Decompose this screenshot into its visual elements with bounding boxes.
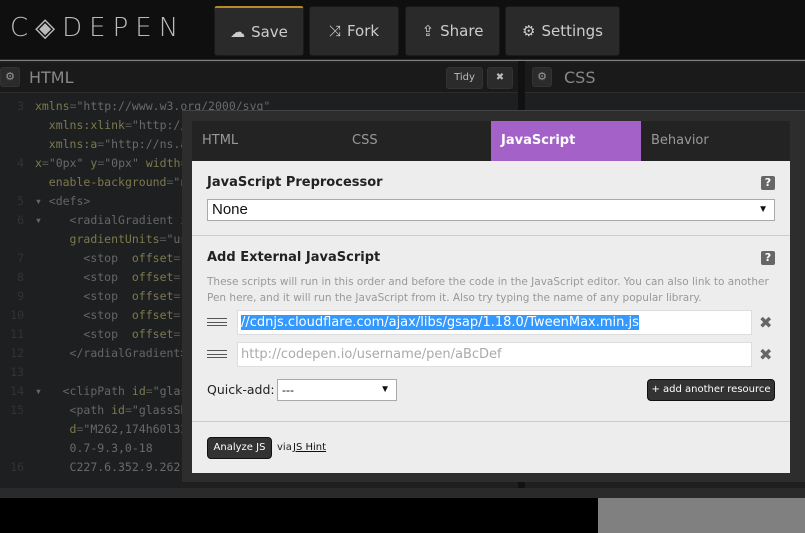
- add-resource-button[interactable]: + add another resource: [647, 379, 775, 401]
- drag-handle-icon[interactable]: [207, 350, 227, 358]
- drag-handle-icon[interactable]: [207, 318, 227, 326]
- external-heading: Add External JavaScript: [207, 250, 381, 265]
- gear-icon[interactable]: ⚙: [0, 67, 20, 87]
- resource-value: //cdnjs.cloudflare.com/ajax/libs/gsap/1.…: [241, 315, 639, 330]
- tab-css[interactable]: CSS: [342, 121, 491, 161]
- save-label: Save: [251, 22, 288, 41]
- line-number: 6: [17, 213, 24, 227]
- dropdown-arrow-icon: ▼: [758, 204, 768, 215]
- line-number: 9: [17, 289, 24, 303]
- line-number: 8: [17, 270, 24, 284]
- help-icon[interactable]: ?: [761, 251, 775, 265]
- share-button[interactable]: ⇪ Share: [405, 6, 500, 56]
- resource-input-2[interactable]: http://codepen.io/username/pen/aBcDef: [237, 342, 752, 367]
- share-label: Share: [440, 22, 484, 40]
- resource-input-1[interactable]: //cdnjs.cloudflare.com/ajax/libs/gsap/1.…: [237, 310, 752, 335]
- line-number: 14: [10, 384, 24, 398]
- css-pane-title: CSS: [564, 68, 596, 87]
- quick-add-select[interactable]: --- ▼: [277, 379, 397, 401]
- line-number: 4: [17, 156, 24, 170]
- remove-resource-icon[interactable]: ✖: [759, 345, 772, 364]
- gear-icon: ⚙: [522, 22, 536, 40]
- gear-icon[interactable]: ⚙: [532, 67, 552, 87]
- line-number: 13: [10, 365, 24, 379]
- remove-resource-icon[interactable]: ✖: [759, 313, 772, 332]
- line-number: 5: [17, 194, 24, 208]
- fork-icon: ⤨: [328, 22, 341, 40]
- html-pane-title: HTML: [29, 68, 74, 87]
- fork-label: Fork: [346, 22, 380, 40]
- css-pane-header: ⚙ CSS: [525, 63, 805, 93]
- tidy-button[interactable]: Tidy: [446, 67, 483, 89]
- html-pane-header: ⚙ HTML Tidy ✖: [0, 63, 518, 93]
- quick-add-value: ---: [282, 383, 294, 397]
- line-number: 11: [10, 327, 24, 341]
- line-number: 16: [10, 460, 24, 474]
- analyze-js-button[interactable]: Analyze JS: [207, 437, 272, 459]
- via-text: via: [277, 442, 292, 453]
- line-number: 7: [17, 251, 24, 265]
- external-js-section: Add External JavaScript ? These scripts …: [192, 237, 790, 422]
- cloud-icon: ☁: [230, 22, 246, 41]
- top-bar: C◈DEPEN ☁ Save ⤨ Fork ⇪ Share ⚙ Settings: [0, 0, 805, 60]
- preprocessor-section: JavaScript Preprocessor ? None ▼: [192, 161, 790, 236]
- close-icon[interactable]: ✖: [487, 67, 513, 89]
- modal-tabs: HTML CSS JavaScript Behavior: [192, 121, 790, 161]
- preprocessor-value: None: [212, 201, 248, 218]
- help-icon[interactable]: ?: [761, 176, 775, 190]
- analyze-section: Analyze JS via JS Hint: [192, 423, 790, 473]
- settings-modal: HTML CSS JavaScript Behavior JavaScript …: [182, 110, 805, 482]
- preview-area: [0, 498, 598, 533]
- codepen-logo[interactable]: C◈DEPEN: [10, 13, 185, 43]
- quick-add-label: Quick-add:: [207, 382, 275, 397]
- settings-label: Settings: [541, 22, 603, 40]
- tab-html[interactable]: HTML: [192, 121, 342, 161]
- line-number: 12: [10, 346, 24, 360]
- settings-button[interactable]: ⚙ Settings: [505, 6, 620, 56]
- resource-placeholder: http://codepen.io/username/pen/aBcDef: [241, 347, 502, 362]
- external-description: These scripts will run in this order and…: [207, 276, 769, 304]
- tab-javascript[interactable]: JavaScript: [491, 121, 641, 161]
- tab-behavior[interactable]: Behavior: [641, 121, 790, 161]
- line-number: 3: [17, 99, 24, 113]
- status-strip: [0, 488, 805, 498]
- jshint-link[interactable]: JS Hint: [293, 442, 326, 453]
- dropdown-arrow-icon: ▼: [380, 384, 390, 395]
- preprocessor-heading: JavaScript Preprocessor: [207, 175, 383, 190]
- fork-button[interactable]: ⤨ Fork: [309, 6, 399, 56]
- save-button[interactable]: ☁ Save: [214, 6, 304, 56]
- preprocessor-select[interactable]: None ▼: [207, 199, 775, 221]
- line-number: 10: [10, 308, 24, 322]
- share-icon: ⇪: [421, 22, 435, 40]
- line-number: 15: [10, 403, 24, 417]
